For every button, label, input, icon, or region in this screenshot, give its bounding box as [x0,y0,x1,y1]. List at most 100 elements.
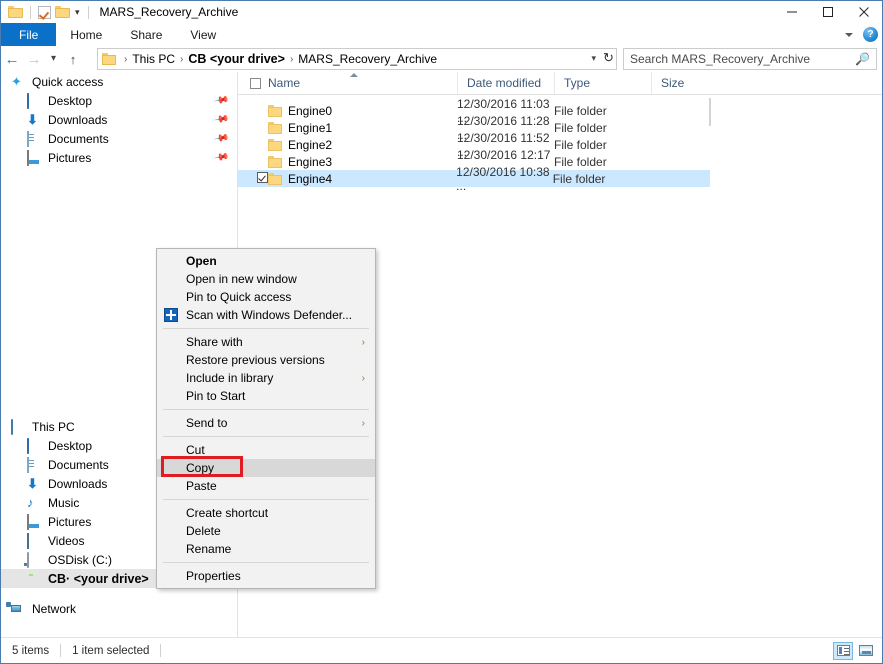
table-row[interactable]: Engine0 12/30/2016 11:03 ... File folder [238,102,882,119]
context-menu-item-create-shortcut[interactable]: Create shortcut [157,504,375,522]
sidebar-item-network[interactable]: Network [1,599,237,618]
minimize-button[interactable] [774,1,810,23]
context-menu-item-include-library[interactable]: Include in library › [157,369,375,387]
status-item-count: 5 items [1,645,49,657]
sidebar-label-cb-drive: CB· <your drive> [48,572,149,586]
maximize-button[interactable] [810,1,846,23]
sidebar-item-desktop[interactable]: Desktop 📌 [1,91,237,110]
document-icon [27,131,29,147]
select-all-checkbox[interactable] [250,78,261,89]
context-menu-item-cut[interactable]: Cut [157,441,375,459]
row-name-label: Engine1 [288,121,332,135]
context-menu-item-delete[interactable]: Delete [157,522,375,540]
sidebar-label-this-pc: This PC [32,420,75,434]
search-icon: 🔍 [855,52,870,66]
tab-file[interactable]: File [1,23,56,46]
table-row[interactable]: Engine3 12/30/2016 12:17 ... File folder [238,153,882,170]
row-checkbox[interactable] [257,172,268,183]
file-explorer-window: ▾ MARS_Recovery_Archive File Home Share … [0,0,883,664]
breadcrumb-folder-icon [102,53,116,65]
chevron-down-icon[interactable] [845,33,853,37]
address-bar: ← → ▾ ↑ › This PC › CB <your drive> › MA… [1,46,882,72]
forward-button[interactable]: → [23,47,45,71]
sidebar-label-pc-desktop: Desktop [48,439,92,453]
video-icon [27,533,29,549]
context-menu-item-share-with[interactable]: Share with › [157,333,375,351]
sidebar-item-downloads[interactable]: ⬇ Downloads 📌 [1,110,237,129]
properties-checkbox-icon[interactable] [38,6,51,19]
refresh-button[interactable]: ↻ [603,50,614,66]
context-menu-item-open-new-window[interactable]: Open in new window [157,270,375,288]
sidebar-label-pc-downloads: Downloads [48,477,107,491]
tab-view[interactable]: View [176,23,230,46]
pin-icon[interactable]: 📌 [213,92,230,108]
pin-icon[interactable]: 📌 [213,130,230,146]
breadcrumb-dropdown-icon[interactable]: ▾ [591,53,596,64]
table-row[interactable]: Engine1 12/30/2016 11:28 ... File folder [238,119,882,136]
breadcrumb-separator-1: › [175,54,188,65]
picture-icon [27,150,29,166]
sidebar-item-pictures[interactable]: Pictures 📌 [1,148,237,167]
search-box[interactable]: Search MARS_Recovery_Archive 🔍 [623,48,877,70]
windows-defender-shield-icon [164,308,178,322]
sidebar-label-desktop: Desktop [48,94,92,108]
new-folder-icon[interactable] [55,6,70,18]
pin-icon[interactable]: 📌 [213,111,230,127]
back-button[interactable]: ← [1,47,23,71]
hard-disk-icon [27,552,29,568]
toolbar-divider-2 [88,6,89,19]
context-menu-item-pin-quick-access[interactable]: Pin to Quick access [157,288,375,306]
breadcrumb-separator-0: › [119,54,132,65]
monitor-icon [27,93,29,109]
title-bar: ▾ MARS_Recovery_Archive [1,1,882,23]
table-row-selected[interactable]: Engine4 12/30/2016 10:38 ... File folder [238,170,710,187]
folder-icon [268,105,282,117]
context-menu-item-paste[interactable]: Paste [157,477,375,495]
context-menu-item-properties[interactable]: Properties [157,567,375,585]
row-name-label: Engine2 [288,138,332,152]
context-menu-label-copy: Copy [186,461,214,475]
context-menu-item-open[interactable]: Open [157,252,375,270]
sidebar-item-documents[interactable]: Documents 📌 [1,129,237,148]
column-header-type[interactable]: Type [554,72,651,94]
context-menu-item-copy[interactable]: Copy [157,459,375,477]
breadcrumb-item-this-pc[interactable]: This PC [132,52,175,66]
row-name-cell: Engine1 [238,121,457,135]
sidebar-label-pc-pictures: Pictures [48,515,91,529]
tab-home[interactable]: Home [56,23,116,46]
context-menu-separator [163,436,369,437]
context-menu-item-send-to[interactable]: Send to › [157,414,375,432]
recent-locations-button[interactable]: ▾ [45,47,62,71]
row-name-cell: Engine2 [238,138,457,152]
table-row[interactable]: Engine2 12/30/2016 11:52 ... File folder [238,136,882,153]
breadcrumb-separator-2: › [285,54,298,65]
pin-icon[interactable]: 📌 [213,149,230,165]
tab-share[interactable]: Share [116,23,176,46]
close-button[interactable] [846,1,882,23]
context-menu-separator [163,562,369,563]
picture-icon [27,514,29,530]
column-header-size[interactable]: Size [651,72,712,94]
context-menu-item-pin-to-start[interactable]: Pin to Start [157,387,375,405]
breadcrumb-item-drive[interactable]: CB <your drive> [188,52,285,66]
column-header-name[interactable]: Name [238,72,457,94]
quick-access-dropdown-icon[interactable]: ▾ [74,8,81,17]
context-menu-item-scan-defender[interactable]: Scan with Windows Defender... [157,306,375,324]
details-view-button[interactable] [833,642,853,660]
column-header-date-modified[interactable]: Date modified [457,72,554,94]
row-type-cell: File folder [554,138,651,152]
sidebar-label-pc-music: Music [48,496,79,510]
sidebar-item-quick-access[interactable]: ✦ Quick access [1,72,237,91]
status-selection: 1 item selected [72,645,149,657]
context-menu-label-include-library: Include in library [186,371,273,385]
status-divider [60,644,61,657]
up-button[interactable]: ↑ [62,47,84,71]
breadcrumb[interactable]: › This PC › CB <your drive> › MARS_Recov… [97,48,617,70]
context-menu-item-restore-versions[interactable]: Restore previous versions [157,351,375,369]
help-icon[interactable]: ? [863,27,878,42]
context-menu-item-rename[interactable]: Rename [157,540,375,558]
window-controls [774,1,882,23]
large-icons-view-button[interactable] [856,642,876,660]
breadcrumb-item-folder[interactable]: MARS_Recovery_Archive [298,52,437,66]
search-input[interactable]: Search MARS_Recovery_Archive [630,52,855,66]
